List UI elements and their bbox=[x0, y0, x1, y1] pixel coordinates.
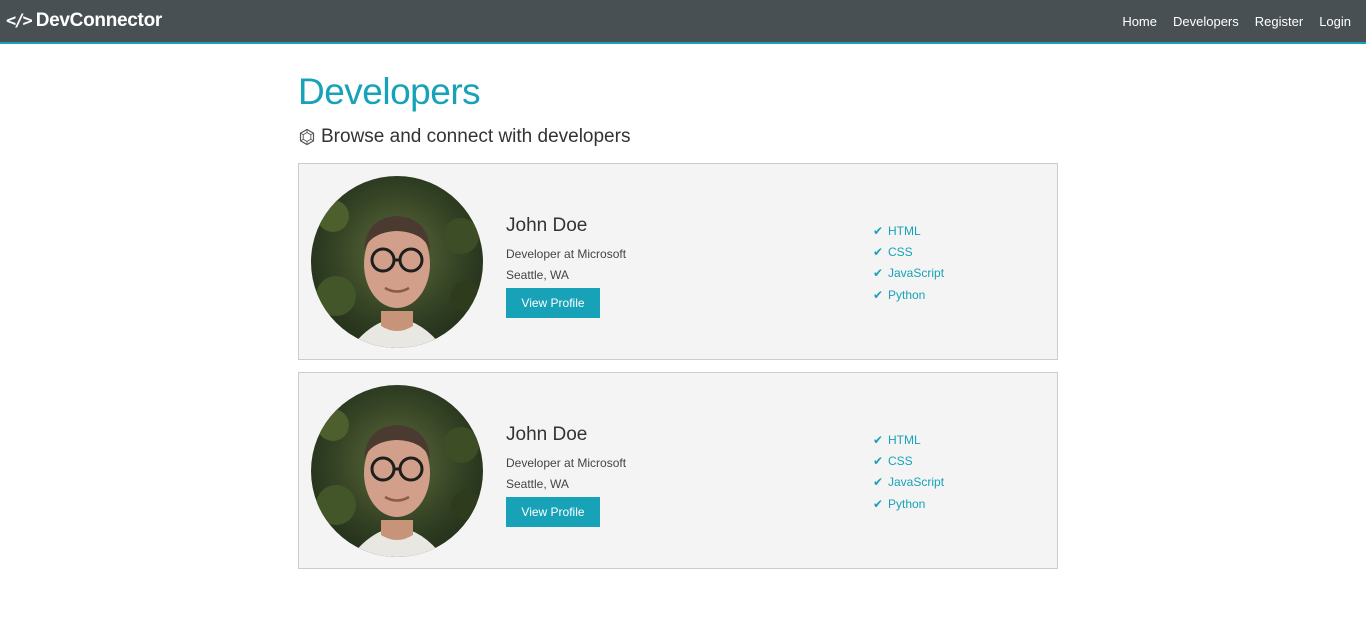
skill-label: HTML bbox=[888, 223, 921, 238]
skill-item: ✔ HTML bbox=[873, 429, 944, 450]
brand-name: DevConnector bbox=[35, 10, 163, 31]
page-title: Developers bbox=[298, 71, 481, 112]
skill-label: CSS bbox=[888, 244, 913, 259]
lead-text: Browse and connect with developers bbox=[321, 126, 631, 147]
skill-item: ✔ JavaScript bbox=[873, 472, 944, 493]
profile-job: Developer at Microsoft bbox=[506, 456, 627, 470]
nav-link-home[interactable]: Home bbox=[1122, 14, 1157, 29]
check-icon: ✔ bbox=[873, 244, 884, 259]
check-icon: ✔ bbox=[873, 432, 884, 447]
skill-label: CSS bbox=[888, 453, 913, 468]
check-icon: ✔ bbox=[873, 287, 884, 302]
hexagon-icon bbox=[299, 128, 315, 146]
profile-location: Seattle, WA bbox=[506, 268, 569, 282]
check-icon: ✔ bbox=[873, 453, 884, 468]
profile-name: John Doe bbox=[506, 424, 588, 445]
navbar: </> DevConnector Home Developers Registe… bbox=[0, 0, 1366, 44]
skill-item: ✔ JavaScript bbox=[873, 263, 944, 284]
skill-label: HTML bbox=[888, 432, 921, 447]
nav-link-login[interactable]: Login bbox=[1319, 14, 1351, 29]
skill-item: ✔ Python bbox=[873, 493, 944, 514]
skill-item: ✔ Python bbox=[873, 284, 944, 305]
view-profile-button[interactable]: View Profile bbox=[506, 497, 600, 527]
skills-list: ✔ HTML ✔ CSS ✔ JavaScript ✔ Python bbox=[873, 220, 944, 305]
view-profile-button[interactable]: View Profile bbox=[506, 288, 600, 318]
skill-item: ✔ CSS bbox=[873, 450, 944, 471]
skill-item: ✔ HTML bbox=[873, 220, 944, 241]
skills-list: ✔ HTML ✔ CSS ✔ JavaScript ✔ Python bbox=[873, 429, 944, 514]
profile-info: John Doe Developer at Microsoft Seattle,… bbox=[506, 423, 626, 527]
skill-label: Python bbox=[888, 287, 926, 302]
skill-label: JavaScript bbox=[888, 475, 945, 490]
page-lead: Browse and connect with developers bbox=[298, 126, 630, 148]
nav-link-developers[interactable]: Developers bbox=[1173, 14, 1239, 29]
brand-link[interactable]: </> DevConnector bbox=[6, 10, 162, 32]
skill-item: ✔ CSS bbox=[873, 241, 944, 262]
skill-label: JavaScript bbox=[888, 266, 945, 281]
check-icon: ✔ bbox=[873, 266, 884, 281]
profile-location: Seattle, WA bbox=[506, 477, 569, 491]
profile-job: Developer at Microsoft bbox=[506, 247, 627, 261]
check-icon: ✔ bbox=[873, 223, 884, 238]
code-icon: </> bbox=[6, 11, 33, 31]
profile-card: John Doe Developer at Microsoft Seattle,… bbox=[298, 372, 1058, 569]
nav-links: Home Developers Register Login bbox=[1106, 14, 1351, 29]
profile-info: John Doe Developer at Microsoft Seattle,… bbox=[506, 214, 626, 318]
check-icon: ✔ bbox=[873, 496, 884, 511]
avatar bbox=[311, 385, 483, 557]
profiles-list: John Doe Developer at Microsoft Seattle,… bbox=[298, 163, 1058, 581]
skill-label: Python bbox=[888, 496, 926, 511]
profile-card: John Doe Developer at Microsoft Seattle,… bbox=[298, 163, 1058, 360]
nav-link-register[interactable]: Register bbox=[1255, 14, 1303, 29]
check-icon: ✔ bbox=[873, 475, 884, 490]
profile-name: John Doe bbox=[506, 215, 588, 236]
avatar bbox=[311, 176, 483, 348]
